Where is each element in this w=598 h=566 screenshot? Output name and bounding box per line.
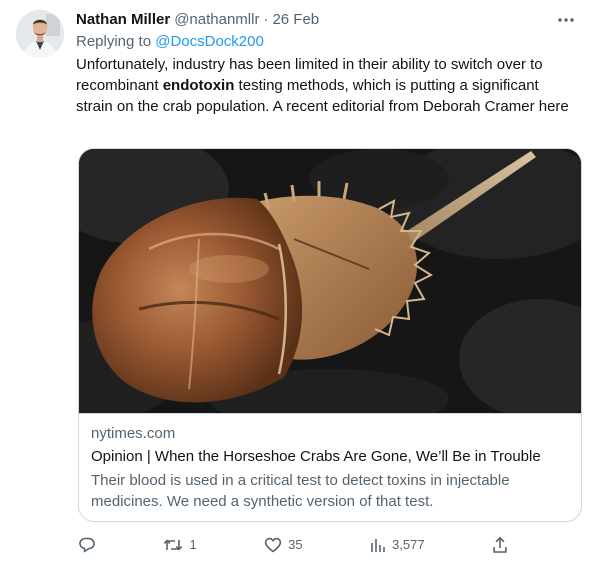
replying-to: Replying to @DocsDock200 bbox=[76, 32, 584, 52]
author-handle[interactable]: @nathanmllr bbox=[174, 10, 259, 30]
action-bar: 1 35 3,577 bbox=[78, 534, 508, 556]
views-button[interactable]: 3,577 bbox=[370, 537, 425, 553]
link-card[interactable]: nytimes.com Opinion | When the Horseshoe… bbox=[78, 148, 582, 522]
retweet-count: 1 bbox=[189, 537, 197, 552]
card-meta: nytimes.com Opinion | When the Horseshoe… bbox=[79, 413, 581, 521]
replying-to-label: Replying to bbox=[76, 33, 156, 50]
tweet-body: Nathan Miller @nathanmllr · 26 Feb Reply… bbox=[76, 10, 584, 117]
retweet-icon bbox=[164, 539, 183, 551]
tweet-timestamp[interactable]: 26 Feb bbox=[272, 10, 319, 30]
tweet-text: Unfortunately, industry has been limited… bbox=[76, 54, 576, 117]
reply-button[interactable] bbox=[78, 536, 96, 554]
tweet: Nathan Miller @nathanmllr · 26 Feb Reply… bbox=[0, 0, 598, 566]
card-domain: nytimes.com bbox=[91, 425, 176, 442]
avatar[interactable] bbox=[16, 10, 64, 58]
share-icon bbox=[493, 536, 507, 553]
views-count: 3,577 bbox=[392, 537, 425, 552]
like-button[interactable]: 35 bbox=[264, 537, 303, 553]
like-count: 35 bbox=[288, 537, 303, 552]
separator-dot: · bbox=[263, 11, 269, 28]
retweet-button[interactable]: 1 bbox=[163, 537, 197, 553]
reply-icon bbox=[79, 537, 95, 553]
card-title[interactable]: Opinion | When the Horseshoe Crabs Are G… bbox=[91, 447, 571, 467]
views-icon bbox=[371, 539, 385, 552]
tweet-text-bold: endotoxin bbox=[162, 77, 235, 94]
reply-mention-link[interactable]: @DocsDock200 bbox=[155, 33, 264, 50]
card-description: Their blood is used in a critical test t… bbox=[91, 472, 510, 510]
tweet-header: Nathan Miller @nathanmllr · 26 Feb bbox=[76, 10, 584, 30]
share-button[interactable] bbox=[492, 536, 508, 554]
heart-icon bbox=[264, 537, 282, 553]
author-name[interactable]: Nathan Miller bbox=[76, 10, 170, 30]
card-image[interactable] bbox=[79, 149, 581, 413]
